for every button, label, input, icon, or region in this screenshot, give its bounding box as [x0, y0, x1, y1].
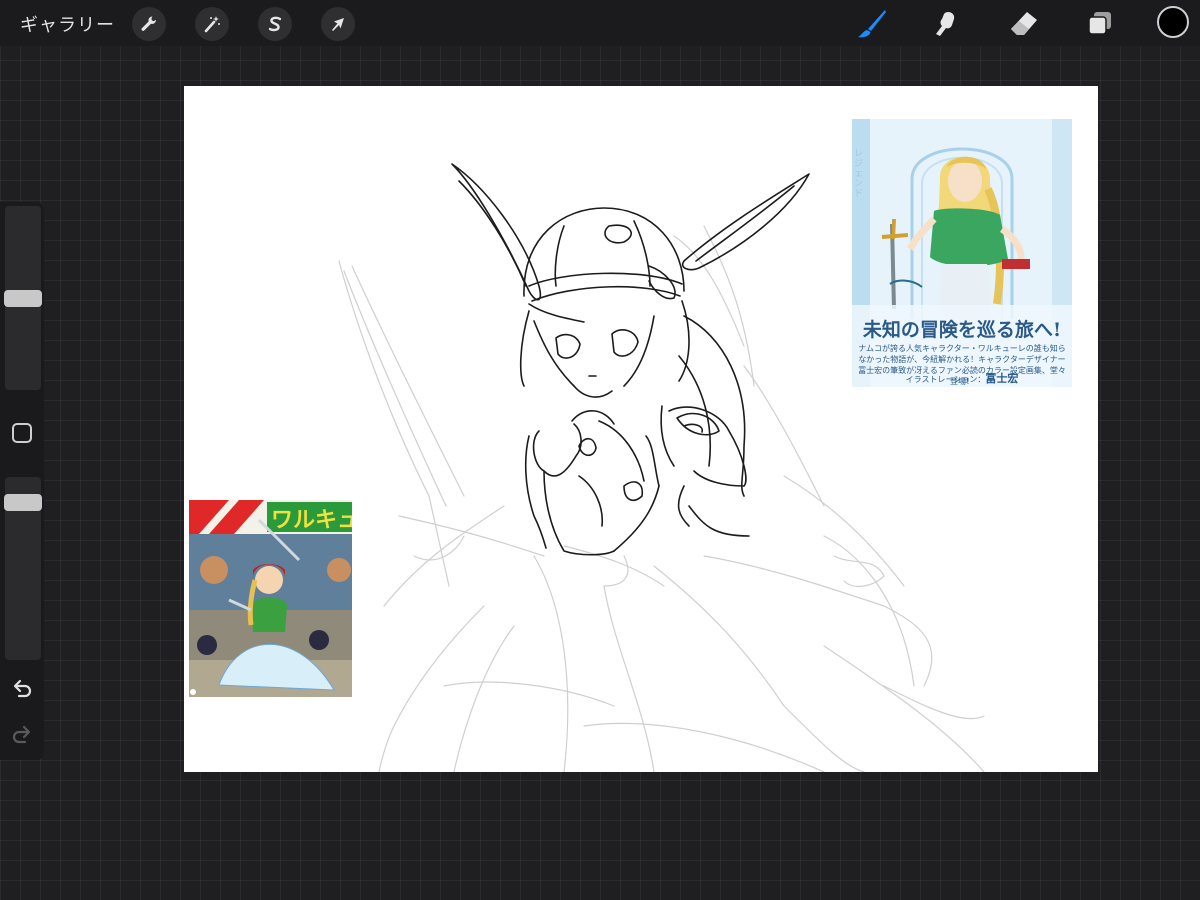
reference-image-right[interactable]: レジェンド 未知の冒険を巡る旅へ! ナムコが誇る人気キャラクター・ワルキューレの…	[852, 119, 1072, 387]
gallery-button[interactable]: ギャラリー	[20, 11, 115, 37]
opacity-thumb[interactable]	[4, 494, 42, 511]
color-swatch-button[interactable]	[1157, 6, 1189, 38]
actions-button[interactable]	[132, 7, 166, 41]
eraser-icon	[1011, 12, 1037, 35]
redo-arrow-icon[interactable]	[10, 722, 34, 746]
drawing-canvas[interactable]: ワルキュ レジェンド 未知の冒険を巡る旅へ! ナムコが誇る人気キャラクター・ワル…	[184, 86, 1098, 772]
right-ref-credit-name: 冨士宏	[985, 372, 1019, 385]
transform-button[interactable]	[321, 7, 355, 41]
adjustments-button[interactable]	[195, 7, 229, 41]
arrow-cursor-icon	[332, 18, 344, 31]
opacity-slider[interactable]	[4, 477, 42, 660]
brush-tool-button[interactable]	[854, 6, 890, 42]
layers-button[interactable]	[1082, 6, 1118, 42]
smudge-finger-icon	[936, 12, 955, 36]
selection-s-icon	[268, 16, 282, 32]
top-toolbar: ギャラリー	[0, 0, 1200, 46]
eraser-tool-button[interactable]	[1006, 6, 1042, 42]
undo-arrow-icon[interactable]	[10, 676, 34, 700]
brush-size-slider[interactable]	[4, 206, 42, 390]
right-ref-side-text: レジェンド	[854, 149, 864, 199]
brush-size-thumb[interactable]	[4, 290, 42, 307]
smudge-tool-button[interactable]	[928, 6, 964, 42]
wrench-icon	[141, 16, 157, 31]
left-sidebar	[0, 202, 44, 760]
layers-icon	[1088, 12, 1111, 35]
brush-icon	[858, 10, 886, 38]
selection-button[interactable]	[258, 7, 292, 41]
right-ref-credit: イラストレーション：冨士宏	[852, 370, 1072, 386]
reference-cover-art-left: ワルキュ	[189, 500, 352, 697]
magic-wand-icon	[204, 16, 220, 33]
left-ref-title: ワルキュ	[271, 508, 352, 533]
reference-image-left[interactable]: ワルキュ	[189, 500, 352, 697]
right-ref-title: 未知の冒険を巡る旅へ!	[862, 319, 1062, 341]
right-ref-credit-label: イラストレーション：	[905, 375, 986, 384]
square-modify-icon[interactable]	[12, 423, 32, 443]
